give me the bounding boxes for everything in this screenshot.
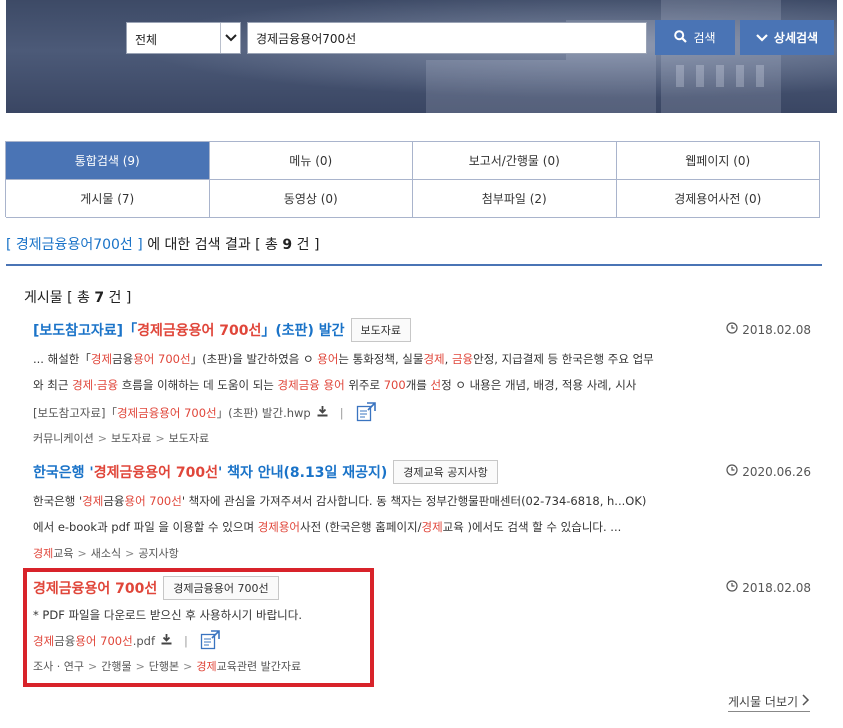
breadcrumb: 커뮤니케이션 > 보도자료 > 보도자료 (33, 432, 210, 445)
clock-icon (726, 580, 738, 595)
banner-window (756, 65, 764, 87)
chevron-down-icon (756, 31, 768, 45)
chevron-right-icon (802, 694, 810, 709)
search-banner (6, 0, 837, 113)
clock-icon (726, 464, 738, 479)
tab-reports-publications[interactable]: 보고서/간행물 (0) (413, 142, 617, 180)
result-date: 2018.02.08 (726, 322, 811, 337)
download-icon[interactable] (317, 406, 328, 420)
category-tabs: 통합검색 (9) 메뉴 (0) 보고서/간행물 (0) 웹페이지 (0) 게시물… (5, 141, 820, 218)
result-title-link[interactable]: 한국은행 '경제금융용어 700선' 책자 안내(8.13일 재공지) (33, 462, 387, 482)
banner-window (736, 65, 744, 87)
banner-building (661, 0, 781, 113)
separator: | (339, 406, 344, 420)
breadcrumb: 경제교육 > 새소식 > 공지사항 (33, 547, 179, 560)
tab-economic-glossary[interactable]: 경제용어사전 (0) (616, 180, 820, 218)
banner-window (676, 65, 684, 87)
tab-integrated-search[interactable]: 통합검색 (9) (6, 142, 210, 180)
detail-search-button[interactable]: 상세검색 (740, 20, 834, 55)
banner-window (716, 65, 724, 87)
section-title-posts: 게시물 [ 총 7 건 ] (24, 290, 132, 306)
tab-attachments[interactable]: 첨부파일 (2) (413, 180, 617, 218)
chevron-down-icon (220, 23, 240, 53)
result-item: [보도참고자료]「경제금융용어 700선」(초판) 발간 보도자료 2018.0… (33, 318, 811, 446)
search-scope-select[interactable]: 전체 (126, 22, 241, 54)
result-date: 2020.06.26 (726, 464, 811, 479)
result-date: 2018.02.08 (726, 580, 811, 595)
result-title-link[interactable]: [보도참고자료]「경제금융용어 700선」(초판) 발간 (33, 320, 345, 340)
search-icon (674, 29, 688, 46)
tab-videos[interactable]: 동영상 (0) (209, 180, 413, 218)
detail-search-label: 상세검색 (773, 31, 819, 45)
external-view-icon[interactable] (356, 401, 376, 425)
result-category-badge[interactable]: 경제교육 공지사항 (393, 460, 498, 484)
result-attachment: [보도참고자료]「경제금융용어 700선」(초판) 발간.hwp | (33, 401, 811, 425)
summary-keyword: 경제금융용어700선 (15, 237, 133, 253)
banner-building (426, 60, 566, 113)
more-posts-link[interactable]: 게시물 더보기 (728, 693, 811, 712)
section-count: 7 (94, 290, 105, 306)
clock-icon (726, 322, 738, 337)
tab-menu[interactable]: 메뉴 (0) (209, 142, 413, 180)
tab-webpages[interactable]: 웹페이지 (0) (616, 142, 820, 180)
search-button[interactable]: 검색 (655, 20, 735, 55)
result-snippet: 한국은행 '경제금융용어 700선' 책자에 관심을 가져주셔서 감사합니다. … (33, 494, 647, 534)
result-summary: [ 경제금융용어700선 ] 에 대한 검색 결과 [ 총 9 건 ] (6, 237, 320, 253)
result-category-badge[interactable]: 보도자료 (350, 318, 412, 342)
result-item: 한국은행 '경제금융용어 700선' 책자 안내(8.13일 재공지) 경제교육… (33, 460, 811, 561)
result-snippet: ... 해설한「경제금융용어 700선」(초판)을 발간하였음 ㅇ 용어는 통화… (33, 352, 654, 392)
search-scope-value: 전체 (135, 33, 158, 47)
search-input[interactable] (247, 22, 647, 54)
summary-divider (6, 264, 822, 266)
tab-posts[interactable]: 게시물 (7) (6, 180, 210, 218)
summary-count: 9 (282, 237, 293, 253)
annotation-highlight-box (23, 568, 374, 687)
search-button-label: 검색 (693, 31, 716, 45)
attachment-link[interactable]: [보도참고자료]「경제금융용어 700선」(초판) 발간.hwp (33, 405, 311, 421)
banner-window (696, 65, 704, 87)
